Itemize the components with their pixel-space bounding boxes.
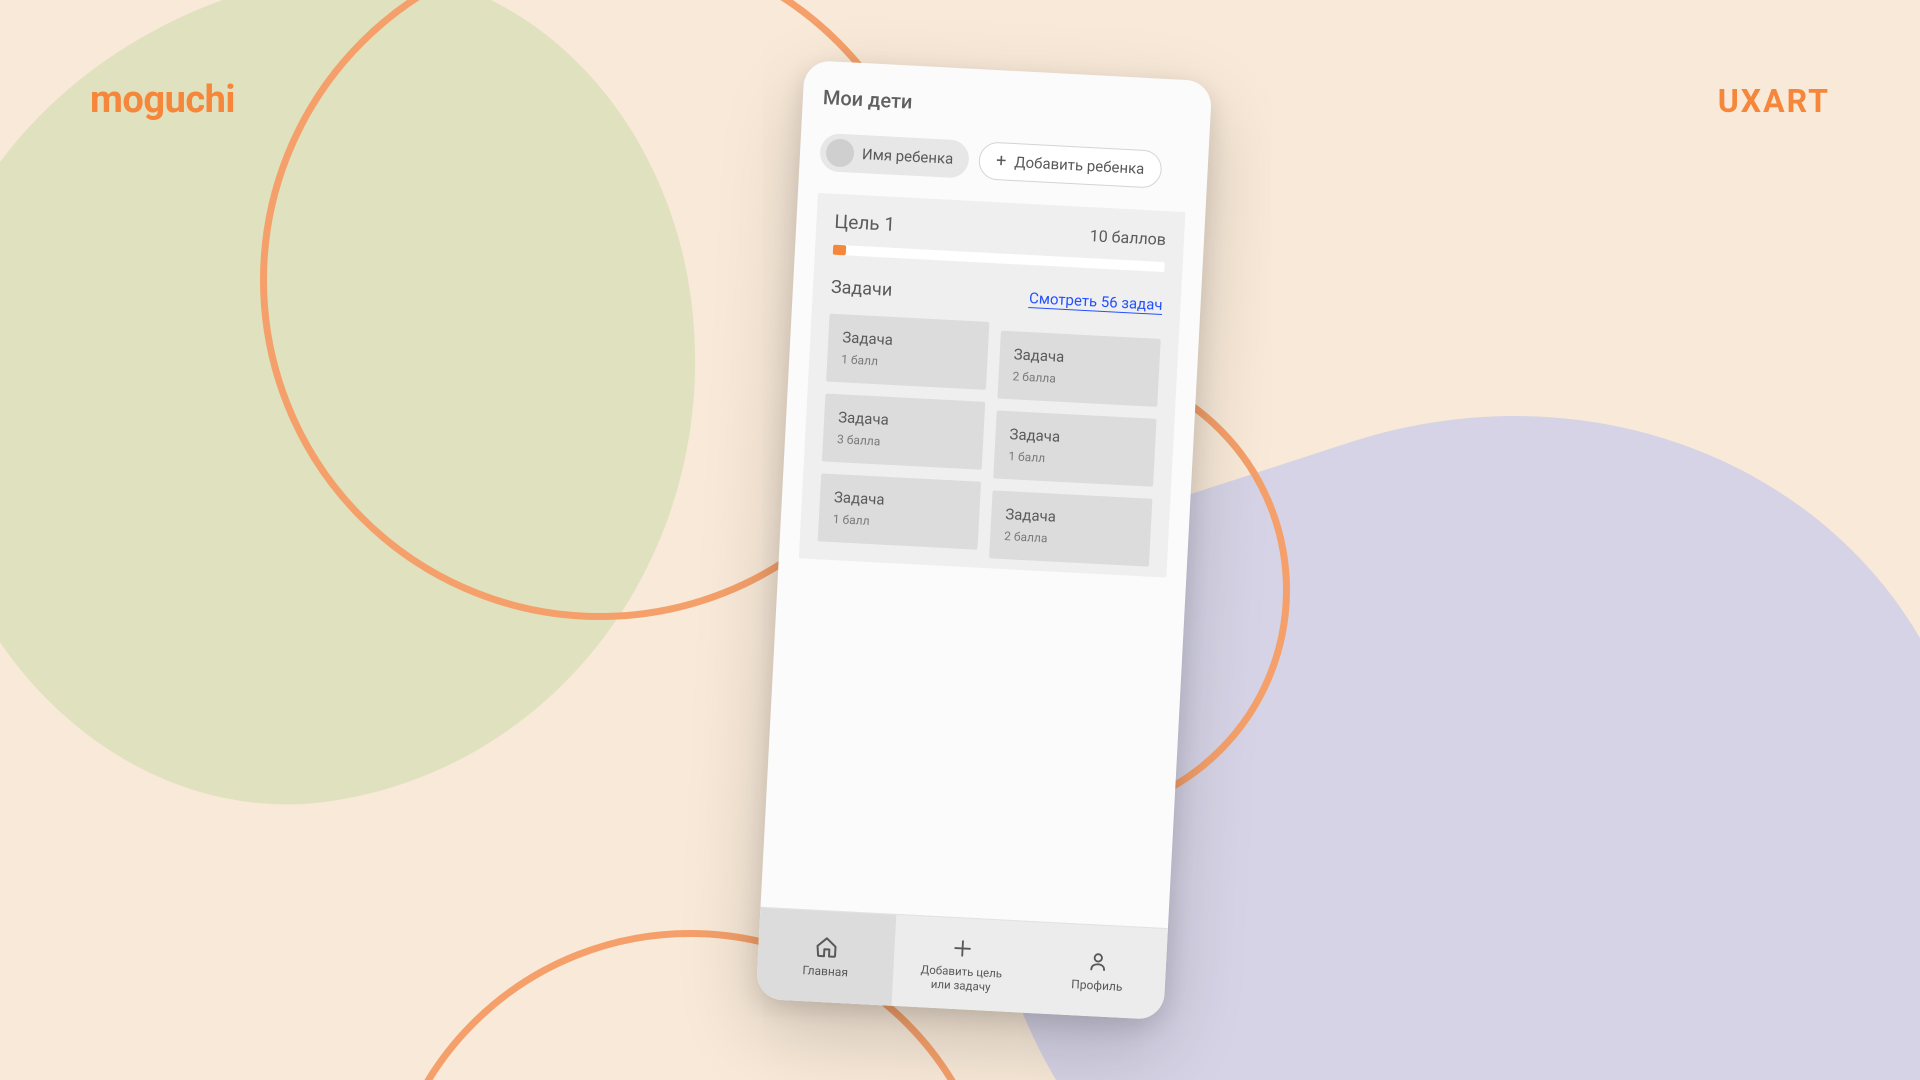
task-grid: Задача 1 балл Задача 2 балла Задача 3 ба…: [818, 314, 1161, 559]
task-card[interactable]: Задача 1 балл: [993, 410, 1156, 486]
nav-add[interactable]: Добавить цель или задачу: [891, 915, 1032, 1013]
task-name: Задача: [1005, 505, 1138, 530]
child-chip-label: Имя ребенка: [862, 145, 954, 168]
nav-profile[interactable]: Профиль: [1027, 922, 1168, 1020]
phone-mockup: Мои дети Имя ребенка + Добавить ребенка …: [756, 60, 1213, 1020]
task-points: 1 балл: [833, 512, 966, 533]
task-card[interactable]: Задача 3 балла: [822, 394, 985, 470]
plus-icon: [949, 934, 976, 961]
avatar-icon: [825, 138, 854, 167]
progress-bar: [833, 245, 1165, 272]
nav-home-label: Главная: [802, 963, 848, 980]
goal-points: 10 баллов: [1089, 226, 1166, 249]
task-points: 2 балла: [1004, 529, 1137, 550]
task-card[interactable]: Задача 1 балл: [818, 473, 981, 549]
task-name: Задача: [834, 488, 967, 513]
profile-icon: [1084, 948, 1111, 975]
page-title: Мои дети: [822, 85, 1191, 128]
task-name: Задача: [838, 408, 971, 433]
tasks-title: Задачи: [830, 277, 892, 301]
task-name: Задача: [1013, 345, 1146, 370]
nav-add-label: Добавить цель или задачу: [920, 963, 1003, 995]
children-chips-row: Имя ребенка + Добавить ребенка: [819, 133, 1188, 190]
task-card[interactable]: Задача 2 балла: [997, 331, 1160, 407]
add-child-button[interactable]: + Добавить ребенка: [978, 141, 1162, 188]
home-icon: [813, 934, 840, 961]
task-name: Задача: [842, 328, 975, 353]
task-card[interactable]: Задача 2 балла: [989, 490, 1152, 566]
brand-logo-moguchi: moguchi: [90, 78, 235, 122]
child-chip[interactable]: Имя ребенка: [819, 133, 970, 179]
plus-icon: +: [996, 152, 1007, 171]
screen-content: Мои дети Имя ребенка + Добавить ребенка …: [760, 60, 1212, 928]
brand-logo-uxart: UXART: [1718, 82, 1830, 120]
goal-title: Цель 1: [834, 210, 896, 236]
view-all-tasks-link[interactable]: Смотреть 56 задач: [1029, 289, 1163, 315]
nav-home[interactable]: Главная: [756, 908, 897, 1006]
goal-header: Цель 1 10 баллов: [834, 210, 1167, 250]
task-points: 1 балл: [841, 352, 974, 373]
task-points: 3 балла: [837, 432, 970, 453]
task-name: Задача: [1009, 425, 1142, 450]
presentation-slide: moguchi UXART Мои дети Имя ребенка + Доб…: [0, 0, 1920, 1080]
nav-profile-label: Профиль: [1071, 977, 1123, 994]
task-card[interactable]: Задача 1 балл: [826, 314, 989, 390]
add-child-label: Добавить ребенка: [1014, 153, 1145, 178]
task-points: 1 балл: [1008, 449, 1141, 470]
task-points: 2 балла: [1012, 369, 1145, 390]
tasks-header: Задачи Смотреть 56 задач: [830, 277, 1163, 315]
progress-fill: [833, 245, 847, 256]
goal-card: Цель 1 10 баллов Задачи Смотреть 56 зада…: [799, 193, 1186, 578]
